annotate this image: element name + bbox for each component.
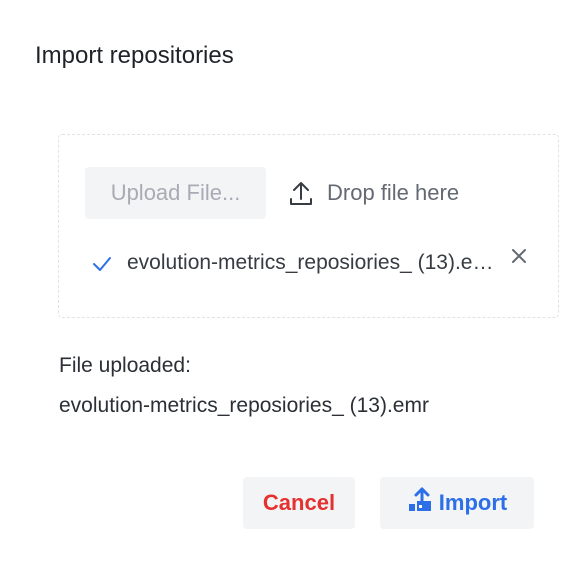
upload-status-file-name: evolution-metrics_reposiories_ (13).emr (59, 394, 429, 417)
uploaded-file-item: evolution-metrics_reposiories_ (13).emr (91, 243, 531, 283)
drop-hint-label: Drop file here (327, 180, 460, 205)
cancel-button[interactable]: Cancel (243, 477, 355, 529)
upload-icon (287, 179, 315, 207)
close-icon[interactable] (508, 245, 530, 267)
import-button-label: Import (438, 490, 508, 515)
check-icon (91, 252, 113, 274)
cancel-button-label: Cancel (262, 490, 336, 515)
upload-status-label: File uploaded: (59, 354, 191, 377)
drop-hint: Drop file here (287, 175, 459, 211)
uploaded-file-name: evolution-metrics_reposiories_ (13).emr (127, 251, 495, 274)
dialog-title: Import repositories (35, 42, 234, 69)
import-button[interactable]: Import (380, 477, 534, 529)
import-icon (407, 487, 433, 519)
upload-file-button[interactable]: Upload File... (85, 167, 266, 219)
import-dialog: Import repositories Upload File... Drop … (0, 0, 568, 568)
file-dropzone[interactable]: Upload File... Drop file here evolution-… (58, 134, 559, 318)
